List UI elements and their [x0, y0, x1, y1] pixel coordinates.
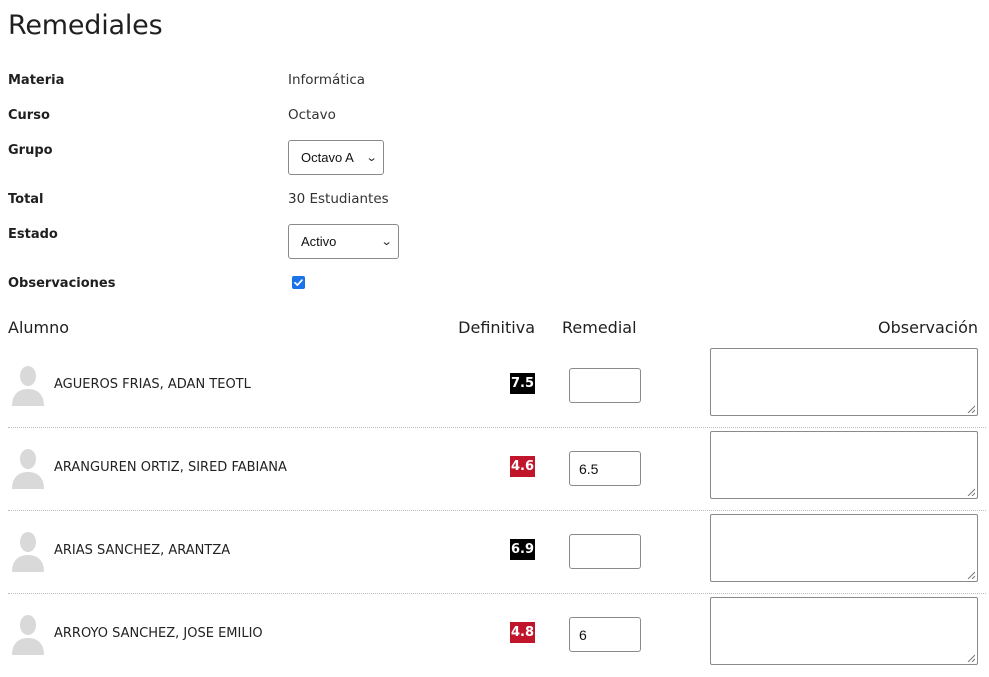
observacion-textarea[interactable]: [710, 431, 978, 499]
user-silhouette-icon: [12, 532, 44, 572]
table-row: ARANGUREN ORTIZ, SIRED FABIANA 4.6 6.5: [8, 428, 986, 511]
remedial-input[interactable]: 6: [569, 617, 641, 652]
materia-value: Informática: [288, 72, 366, 88]
table-row: ARIAS SANCHEZ, ARANTZA 6.9: [8, 511, 986, 594]
resize-grip-icon[interactable]: [967, 405, 975, 413]
student-name: ARANGUREN ORTIZ, SIRED FABIANA: [54, 460, 287, 475]
definitiva-badge: 4.8: [509, 622, 535, 643]
column-header-alumno: Alumno: [8, 318, 70, 337]
resize-grip-icon[interactable]: [967, 488, 975, 496]
total-value: 30 Estudiantes: [288, 191, 389, 207]
definitiva-badge: 6.9: [509, 539, 535, 560]
definitiva-badge: 7.5: [509, 373, 535, 394]
user-silhouette-icon: [12, 366, 44, 406]
student-name: AGUEROS FRIAS, ADAN TEOTL: [54, 377, 251, 392]
student-name: ARROYO SANCHEZ, JOSE EMILIO: [54, 626, 263, 641]
table-row: ARROYO SANCHEZ, JOSE EMILIO 4.8 6: [8, 594, 986, 677]
total-label: Total: [8, 192, 44, 207]
user-silhouette-icon: [12, 449, 44, 489]
estado-select[interactable]: Activo ⌄: [288, 224, 399, 259]
observaciones-checkbox[interactable]: [292, 276, 305, 289]
definitiva-badge: 4.6: [509, 456, 535, 477]
estado-select-value: Activo: [301, 234, 337, 249]
chevron-down-icon: ⌄: [365, 152, 378, 164]
chevron-down-icon: ⌄: [380, 236, 393, 248]
column-header-observacion: Observación: [878, 318, 978, 337]
curso-label: Curso: [8, 108, 50, 123]
remedial-input[interactable]: [569, 534, 641, 569]
curso-value: Octavo: [288, 107, 336, 123]
grupo-label: Grupo: [8, 143, 53, 158]
resize-grip-icon[interactable]: [967, 654, 975, 662]
materia-label: Materia: [8, 73, 65, 88]
grupo-select-value: Octavo A: [301, 150, 354, 165]
remedial-input[interactable]: 6.5: [569, 451, 641, 486]
page-title: Remediales: [8, 10, 163, 41]
observacion-textarea[interactable]: [710, 514, 978, 582]
observacion-textarea[interactable]: [710, 597, 978, 665]
check-icon: [294, 279, 303, 286]
observacion-textarea[interactable]: [710, 348, 978, 416]
observaciones-label: Observaciones: [8, 276, 116, 291]
student-name: ARIAS SANCHEZ, ARANTZA: [54, 543, 231, 558]
column-header-definitiva: Definitiva: [458, 318, 535, 337]
user-silhouette-icon: [12, 615, 44, 655]
resize-grip-icon[interactable]: [967, 571, 975, 579]
estado-label: Estado: [8, 227, 58, 242]
grupo-select[interactable]: Octavo A ⌄: [288, 140, 384, 175]
table-row: AGUEROS FRIAS, ADAN TEOTL 7.5: [8, 345, 986, 428]
remedial-input[interactable]: [569, 368, 641, 403]
column-header-remedial: Remedial: [562, 318, 637, 337]
